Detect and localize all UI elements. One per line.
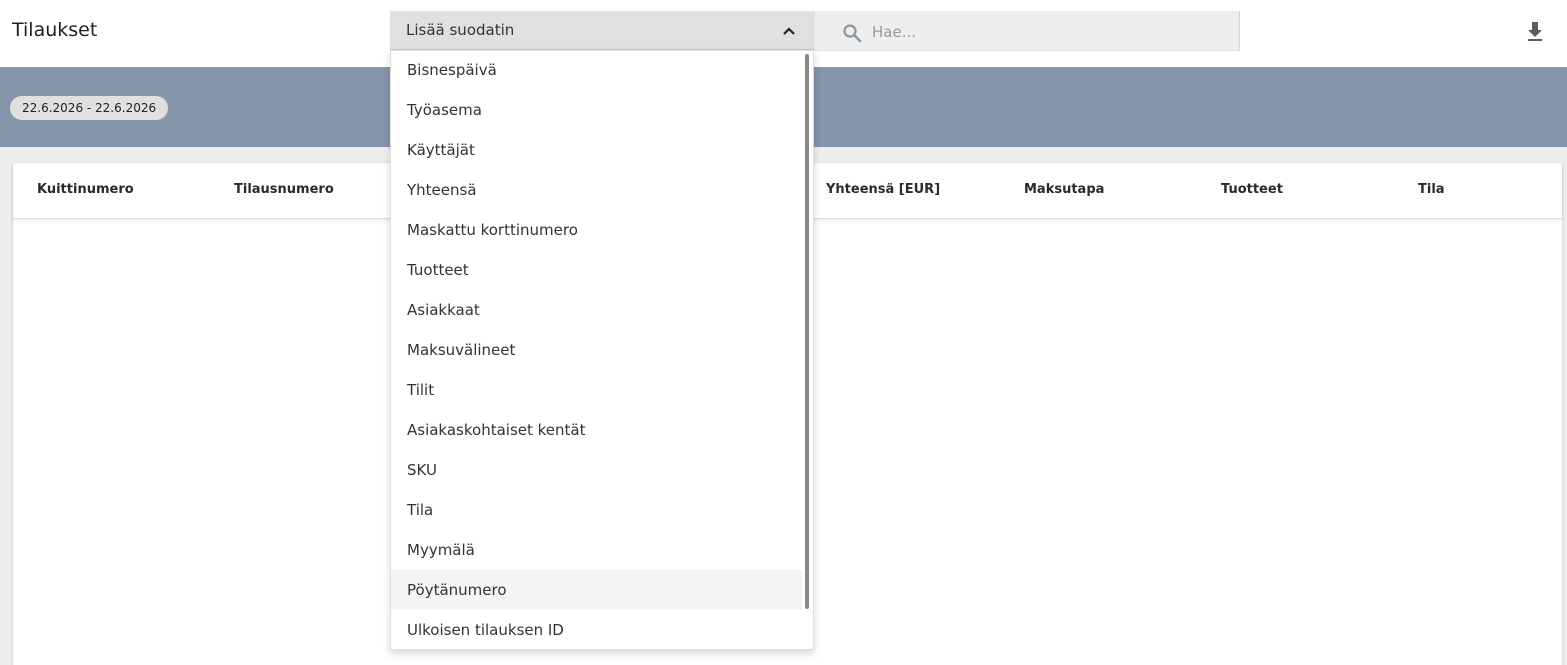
filter-option-yhteensa[interactable]: Yhteensä [391,170,803,210]
filter-option-poytanumero[interactable]: Pöytänumero [391,570,803,610]
filter-option-tuotteet[interactable]: Tuotteet [391,250,803,290]
filter-option-sku[interactable]: SKU [391,450,803,490]
date-range-chip[interactable]: 22.6.2026 - 22.6.2026 [10,96,169,120]
dropdown-scrollbar[interactable] [805,54,809,609]
filter-dropdown-menu: Bisnespäivä Työasema Käyttäjät Yhteensä … [390,50,814,650]
filter-option-tilit[interactable]: Tilit [391,370,803,410]
column-header-yhteensa[interactable]: Yhteensä [EUR] [826,182,940,197]
filter-option-maksuvalineet[interactable]: Maksuvälineet [391,330,803,370]
filter-option-asiakaskohtaiset-kentat[interactable]: Asiakaskohtaiset kentät [391,410,803,450]
column-header-tila[interactable]: Tila [1418,182,1445,197]
filter-option-maskattu-korttinumero[interactable]: Maskattu korttinumero [391,210,803,250]
page-title: Tilaukset [12,19,98,41]
chevron-up-icon[interactable] [781,23,797,39]
filter-option-tila[interactable]: Tila [391,490,803,530]
add-filter-select[interactable]: Lisää suodatin [390,11,815,50]
column-header-maksutapa[interactable]: Maksutapa [1024,182,1104,197]
search-input[interactable] [872,19,1212,45]
search-box [815,11,1240,51]
filter-option-myymala[interactable]: Myymälä [391,530,803,570]
download-icon[interactable] [1524,20,1546,42]
filter-option-bisnespaiva[interactable]: Bisnespäivä [391,51,803,90]
add-filter-label: Lisää suodatin [406,21,515,39]
column-header-tilausnumero[interactable]: Tilausnumero [234,182,334,197]
column-header-kuittinumero[interactable]: Kuittinumero [37,182,134,197]
column-header-tuotteet[interactable]: Tuotteet [1221,182,1283,197]
filter-option-ulkoisen-tilauksen-id[interactable]: Ulkoisen tilauksen ID [391,610,803,649]
filter-option-asiakkaat[interactable]: Asiakkaat [391,290,803,330]
search-icon [843,24,862,43]
filter-option-tyoasema[interactable]: Työasema [391,90,803,130]
filter-option-kayttajat[interactable]: Käyttäjät [391,130,803,170]
